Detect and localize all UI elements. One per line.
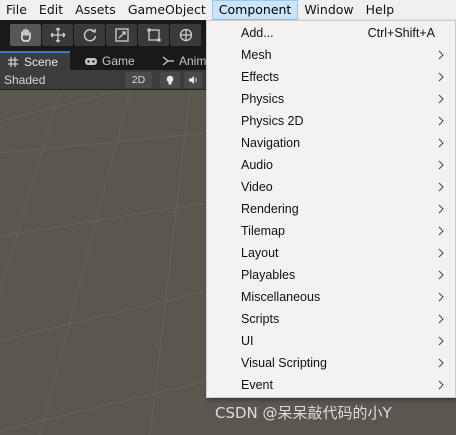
gamepad-icon: [85, 57, 97, 65]
menu-item-label: Tilemap: [241, 224, 285, 238]
menu-item-visual-scripting[interactable]: Visual Scripting: [207, 352, 455, 374]
chevron-right-icon: [438, 380, 444, 390]
chevron-right-icon: [438, 160, 444, 170]
menu-file[interactable]: File: [0, 0, 33, 20]
menu-item-physics-2d[interactable]: Physics 2D: [207, 110, 455, 132]
chevron-right-icon: [438, 226, 444, 236]
menu-item-label: Event: [241, 378, 273, 392]
rotate-tool-icon: [83, 28, 96, 42]
chevron-right-icon: [438, 50, 444, 60]
animator-icon: [162, 55, 174, 66]
lightbulb-icon: [166, 75, 174, 85]
chevron-right-icon: [438, 336, 444, 346]
menu-item-label: Layout: [241, 246, 279, 260]
chevron-right-icon: [438, 182, 444, 192]
chevron-right-icon: [438, 116, 444, 126]
transform-tool-icon: [179, 28, 192, 42]
tab-game[interactable]: Game: [78, 51, 148, 70]
audio-toggle-button[interactable]: [184, 72, 202, 88]
tab-game-label: Game: [102, 53, 135, 68]
scale-tool-icon: [114, 28, 129, 42]
rect-tool-button[interactable]: [138, 24, 169, 46]
chevron-right-icon: [438, 314, 444, 324]
menu-item-navigation[interactable]: Navigation: [207, 132, 455, 154]
chevron-right-icon: [438, 358, 444, 368]
menu-item-label: Add...: [241, 26, 274, 40]
menu-item-label: Audio: [241, 158, 273, 172]
menu-item-layout[interactable]: Layout: [207, 242, 455, 264]
menu-item-add[interactable]: Add... Ctrl+Shift+A: [207, 22, 455, 44]
chevron-right-icon: [438, 204, 444, 214]
menu-item-audio[interactable]: Audio: [207, 154, 455, 176]
menu-item-label: Mesh: [241, 48, 272, 62]
component-menu: Add... Ctrl+Shift+A Mesh Effects Physics…: [206, 20, 456, 398]
toggle-2d-button[interactable]: 2D: [125, 72, 152, 88]
menu-item-label: Scripts: [241, 312, 280, 326]
menu-item-label: Rendering: [241, 202, 299, 216]
menu-item-label: Physics: [241, 92, 285, 106]
menu-item-label: Playables: [241, 268, 296, 282]
menu-item-playables[interactable]: Playables: [207, 264, 455, 286]
move-tool-button[interactable]: [42, 24, 73, 46]
rect-tool-icon: [147, 28, 160, 42]
menu-item-miscellaneous[interactable]: Miscellaneous: [207, 286, 455, 308]
move-tool-icon: [50, 27, 65, 43]
scale-tool-button[interactable]: [106, 24, 137, 46]
menu-edit[interactable]: Edit: [33, 0, 69, 20]
menu-item-effects[interactable]: Effects: [207, 66, 455, 88]
menu-item-label: Miscellaneous: [241, 290, 321, 304]
menu-help[interactable]: Help: [360, 0, 401, 20]
speaker-icon: [189, 76, 197, 84]
chevron-right-icon: [438, 292, 444, 302]
menu-item-rendering[interactable]: Rendering: [207, 198, 455, 220]
draw-mode-dropdown[interactable]: Shaded: [0, 71, 120, 89]
menu-item-mesh[interactable]: Mesh: [207, 44, 455, 66]
menu-item-scripts[interactable]: Scripts: [207, 308, 455, 330]
hand-tool-button[interactable]: [10, 24, 41, 46]
rotate-tool-button[interactable]: [74, 24, 105, 46]
menu-item-label: Navigation: [241, 136, 301, 150]
menu-bar: File Edit Assets GameObject Component Wi…: [0, 0, 456, 20]
tab-scene-label: Scene: [24, 54, 59, 69]
chevron-right-icon: [438, 94, 444, 104]
menu-window[interactable]: Window: [298, 0, 359, 20]
chevron-right-icon: [438, 138, 444, 148]
transform-tool-button[interactable]: [170, 24, 201, 46]
menu-item-label: UI: [241, 334, 254, 348]
menu-gameobject[interactable]: GameObject: [122, 0, 212, 20]
hand-tool-icon: [20, 28, 31, 42]
menu-item-label: Video: [241, 180, 273, 194]
chevron-right-icon: [438, 72, 444, 82]
menu-item-ui[interactable]: UI: [207, 330, 455, 352]
menu-item-tilemap[interactable]: Tilemap: [207, 220, 455, 242]
chevron-right-icon: [438, 248, 444, 258]
scene-icon: [8, 56, 18, 67]
menu-item-physics[interactable]: Physics: [207, 88, 455, 110]
menu-item-label: Effects: [241, 70, 279, 84]
lighting-toggle-button[interactable]: [160, 72, 180, 88]
menu-assets[interactable]: Assets: [69, 0, 122, 20]
watermark: CSDN @呆呆敲代码的小Y: [215, 404, 392, 422]
tab-scene[interactable]: Scene: [0, 51, 70, 70]
menu-item-label: Visual Scripting: [241, 356, 327, 370]
chevron-right-icon: [438, 270, 444, 280]
menu-item-shortcut: Ctrl+Shift+A: [367, 26, 435, 40]
menu-item-video[interactable]: Video: [207, 176, 455, 198]
menu-item-event[interactable]: Event: [207, 374, 455, 396]
menu-component[interactable]: Component: [211, 0, 299, 20]
menu-item-label: Physics 2D: [241, 114, 304, 128]
